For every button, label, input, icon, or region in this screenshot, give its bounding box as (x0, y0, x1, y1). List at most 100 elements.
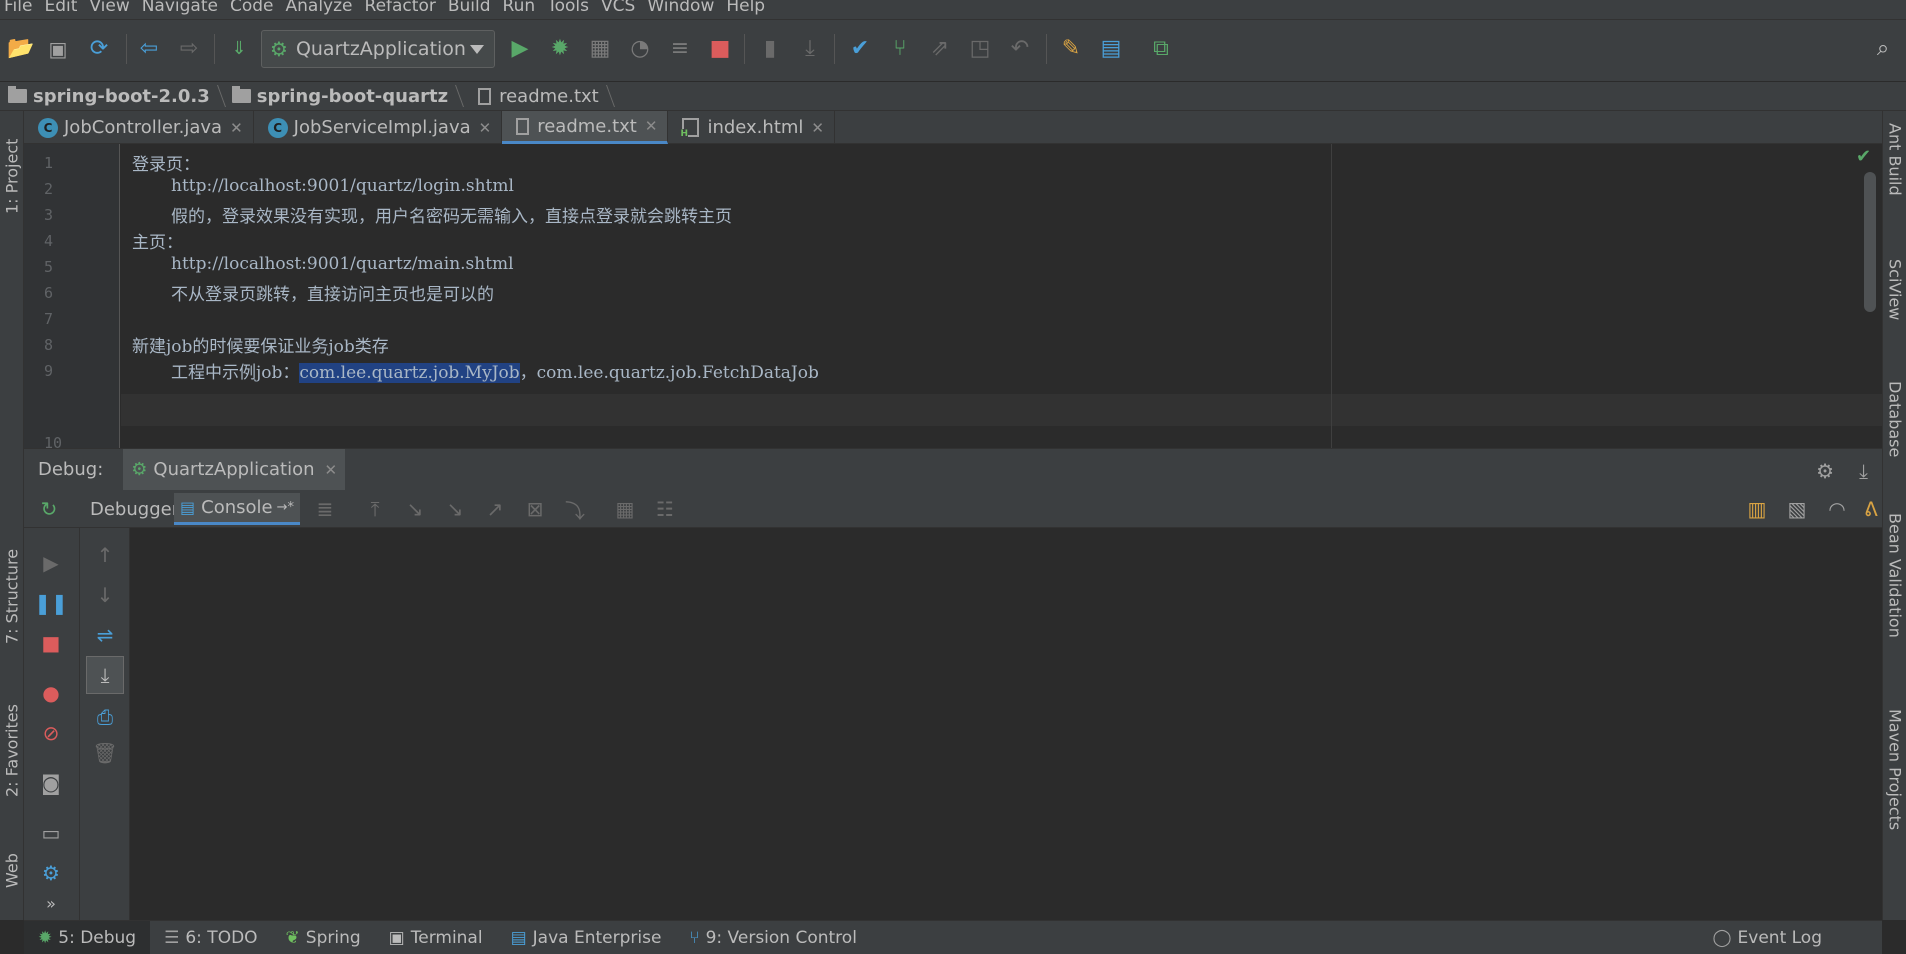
vcs-branch-icon[interactable]: ⑂ (885, 34, 915, 64)
trash-icon[interactable]: 🗑 (90, 738, 120, 768)
menu-vcs[interactable]: VCS (597, 0, 643, 19)
tab-console[interactable]: ▤ Console →* (174, 493, 300, 525)
stop-icon[interactable]: ■ (705, 34, 735, 64)
bottom-tab-todo[interactable]: ☰ 6: TODO (150, 921, 271, 954)
bottom-tab-spring[interactable]: ❦ Spring (272, 921, 375, 954)
soft-wrap-icon[interactable]: ⇌ (90, 620, 120, 650)
bottom-tab-terminal[interactable]: ▣ Terminal (375, 921, 497, 954)
threads-icon[interactable]: ▧ (1782, 494, 1812, 524)
tool-tab-favorites[interactable]: 2: Favorites (0, 686, 24, 816)
tool-tab-ant-build[interactable]: Ant Build (1883, 123, 1906, 243)
run-to-cursor-icon[interactable]: ⤵ (560, 494, 590, 524)
graph-icon[interactable]: ᕕ (1856, 494, 1886, 524)
build-icon[interactable]: ⇓ (224, 34, 254, 64)
print-icon[interactable]: ⎙ (90, 702, 120, 732)
force-step-into-icon[interactable]: ↘ (440, 494, 470, 524)
vcs-push-icon[interactable]: ⇗ (925, 34, 955, 64)
coverage-icon[interactable]: ▦ (585, 34, 615, 64)
tool-tab-structure[interactable]: 7: Structure (0, 531, 24, 661)
layout-icon[interactable]: ▭ (36, 818, 66, 848)
evaluate-icon[interactable]: ▦ (610, 494, 640, 524)
rerun-icon[interactable]: ↻ (34, 494, 64, 524)
trace-icon[interactable]: ☷ (650, 494, 680, 524)
pause-icon[interactable]: ❚❚ (34, 588, 68, 618)
menu-code[interactable]: Code (226, 0, 282, 19)
download-icon[interactable]: ⤓ (795, 34, 825, 64)
camera-icon[interactable]: ◙ (36, 768, 66, 798)
menu-file[interactable]: File (0, 0, 40, 19)
menu-analyze[interactable]: Analyze (282, 0, 361, 19)
tab-debugger[interactable]: Debugger (84, 493, 185, 525)
menu-tools[interactable]: Tools (543, 0, 597, 19)
scroll-to-end-icon[interactable]: ⤓ (86, 656, 124, 694)
stop-icon[interactable]: ■ (36, 628, 66, 658)
run-configuration-select[interactable]: ⚙ QuartzApplication (261, 30, 495, 68)
settings-icon[interactable]: ⚙ (36, 858, 66, 888)
hide-panel-icon[interactable]: ⤓ (1859, 459, 1868, 483)
code-editor[interactable]: 1 2 3 4 5 6 7 8 9 10 登录页： http://localho… (24, 144, 1882, 448)
menu-navigate[interactable]: Navigate (138, 0, 226, 19)
open-folder-icon[interactable]: 📂 (6, 34, 36, 64)
resume-icon[interactable]: ▶ (36, 548, 66, 578)
menu-refactor[interactable]: Refactor (361, 0, 444, 19)
bottom-tab-java-enterprise[interactable]: ▤ Java Enterprise (497, 921, 676, 954)
editor-tab-job-service-impl[interactable]: C JobServiceImpl.java ✕ (254, 111, 503, 144)
run-icon[interactable]: ▶ (505, 34, 535, 64)
sync-icon[interactable]: ⟳ (84, 34, 114, 64)
more-icon[interactable]: » (36, 888, 66, 918)
gear-icon[interactable]: ⚙ (1816, 459, 1834, 483)
debug-icon[interactable]: ✹ (545, 34, 575, 64)
forward-icon[interactable]: ⇨ (174, 34, 204, 64)
drop-frame-icon[interactable]: ⊠ (520, 494, 550, 524)
gauge-icon[interactable]: ◠ (1822, 494, 1852, 524)
editor-scrollbar[interactable] (1864, 172, 1876, 312)
arrow-down-icon[interactable]: ↓ (90, 580, 120, 610)
step-over-icon[interactable]: ⤒ (360, 494, 390, 524)
save-icon[interactable]: ▣ (43, 34, 73, 64)
close-icon[interactable]: ✕ (645, 117, 658, 135)
menu-window[interactable]: Window (643, 0, 722, 19)
menu-build[interactable]: Build (444, 0, 499, 19)
step-into-icon[interactable]: ↘ (400, 494, 430, 524)
tool-tab-web[interactable]: Web (0, 831, 24, 911)
menu-edit[interactable]: Edit (40, 0, 85, 19)
vcs-update-icon[interactable]: ✔ (845, 34, 875, 64)
search-icon[interactable]: ⌕ (1868, 34, 1898, 64)
step-out-icon[interactable]: ↗ (480, 494, 510, 524)
tool-tab-bean-validation[interactable]: Bean Validation (1883, 513, 1906, 713)
bottom-tab-debug[interactable]: ✹ 5: Debug (24, 920, 151, 954)
view-breakpoints-icon[interactable]: ● (36, 678, 66, 708)
vcs-history-icon[interactable]: ◳ (965, 34, 995, 64)
console-output[interactable] (130, 528, 1882, 920)
editor-tab-readme[interactable]: readme.txt ✕ (502, 111, 669, 144)
settings-wrench-icon[interactable]: ✎ (1056, 34, 1086, 64)
breadcrumb-item-file[interactable]: readme.txt (470, 81, 613, 111)
close-icon[interactable]: ✕ (230, 119, 243, 137)
tool-tab-database[interactable]: Database (1883, 381, 1906, 511)
undo-icon[interactable]: ↶ (1005, 34, 1035, 64)
close-icon[interactable]: ✕ (479, 119, 492, 137)
menu-help[interactable]: Help (722, 0, 773, 19)
menu-view[interactable]: View (85, 0, 137, 19)
menu-run[interactable]: Run (499, 0, 544, 19)
breadcrumb-item-root[interactable]: spring-boot-2.0.3 (8, 81, 224, 111)
attach-icon[interactable]: ▮ (755, 34, 785, 64)
show-execution-point-icon[interactable]: ≣ (310, 494, 340, 524)
tool-tab-maven-projects[interactable]: Maven Projects (1883, 709, 1906, 889)
mute-breakpoints-icon[interactable]: ⊘ (36, 718, 66, 748)
back-icon[interactable]: ⇦ (134, 34, 164, 64)
tool-tab-project[interactable]: 1: Project (0, 121, 24, 231)
project-structure-icon[interactable]: ▤ (1096, 34, 1126, 64)
sdk-icon[interactable]: ⧉ (1146, 34, 1176, 64)
editor-tab-index-html[interactable]: index.html ✕ (668, 111, 835, 144)
tool-tab-sciview[interactable]: SciView (1883, 259, 1906, 369)
breadcrumb-item-module[interactable]: spring-boot-quartz (231, 81, 462, 111)
memory-icon[interactable]: ▥ (1742, 494, 1772, 524)
event-log-button[interactable]: ◯ Event Log (1713, 921, 1823, 954)
stop-all-icon[interactable]: ≡ (665, 34, 695, 64)
bottom-tab-version-control[interactable]: ⑂ 9: Version Control (675, 921, 871, 954)
profile-icon[interactable]: ◔ (625, 34, 655, 64)
debug-session-tab[interactable]: ⚙ QuartzApplication ✕ (123, 448, 346, 491)
arrow-up-icon[interactable]: ↑ (90, 540, 120, 570)
editor-tab-job-controller[interactable]: C JobController.java ✕ (24, 111, 254, 144)
